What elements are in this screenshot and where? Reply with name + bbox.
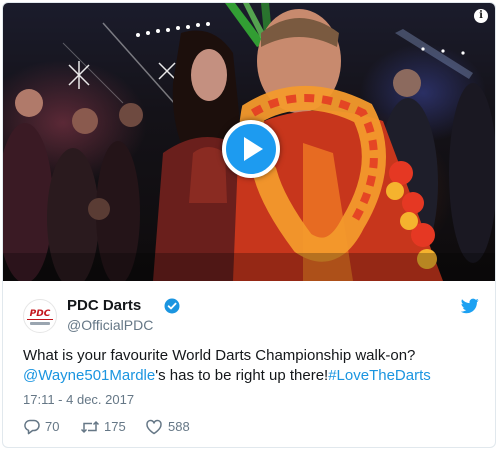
tweet-actions: 70 175 588 [23,417,483,437]
play-button[interactable] [222,120,280,178]
play-icon [244,137,263,161]
retweet-button[interactable]: 175 [80,417,132,437]
info-icon[interactable]: i [474,9,488,23]
tweet-text: What is your favourite World Darts Champ… [23,346,483,386]
embedded-tweet-card: i PDC PDC Darts @OfficialPDC What is you… [2,2,496,448]
author-display-name[interactable]: PDC Darts [67,297,141,315]
twitter-bird-icon[interactable] [461,298,479,314]
reply-count: 70 [45,419,60,434]
tweet-text-part: 's has to be right up there! [155,367,329,384]
retweet-count: 175 [104,419,126,434]
heart-icon [146,419,162,435]
avatar-logo-stripe [30,322,50,325]
author-handle[interactable]: @OfficialPDC [67,317,153,334]
like-count: 588 [168,419,190,434]
reply-icon [24,419,40,435]
hashtag-link[interactable]: #LoveTheDarts [328,367,431,384]
reply-button[interactable]: 70 [23,417,67,437]
verified-badge-icon [164,298,180,314]
mention-link[interactable]: @Wayne501Mardle [23,367,155,384]
avatar[interactable]: PDC [23,299,57,333]
tweet-author[interactable]: PDC PDC Darts @OfficialPDC [23,295,483,335]
tweet-text-part: What is your favourite World Darts Champ… [23,347,416,364]
retweet-icon [80,420,100,434]
avatar-logo-text: PDC [27,308,53,320]
tweet-timestamp[interactable]: 17:11 - 4 dec. 2017 [23,392,134,408]
video-player[interactable]: i [3,3,495,281]
like-button[interactable]: 588 [145,417,195,437]
